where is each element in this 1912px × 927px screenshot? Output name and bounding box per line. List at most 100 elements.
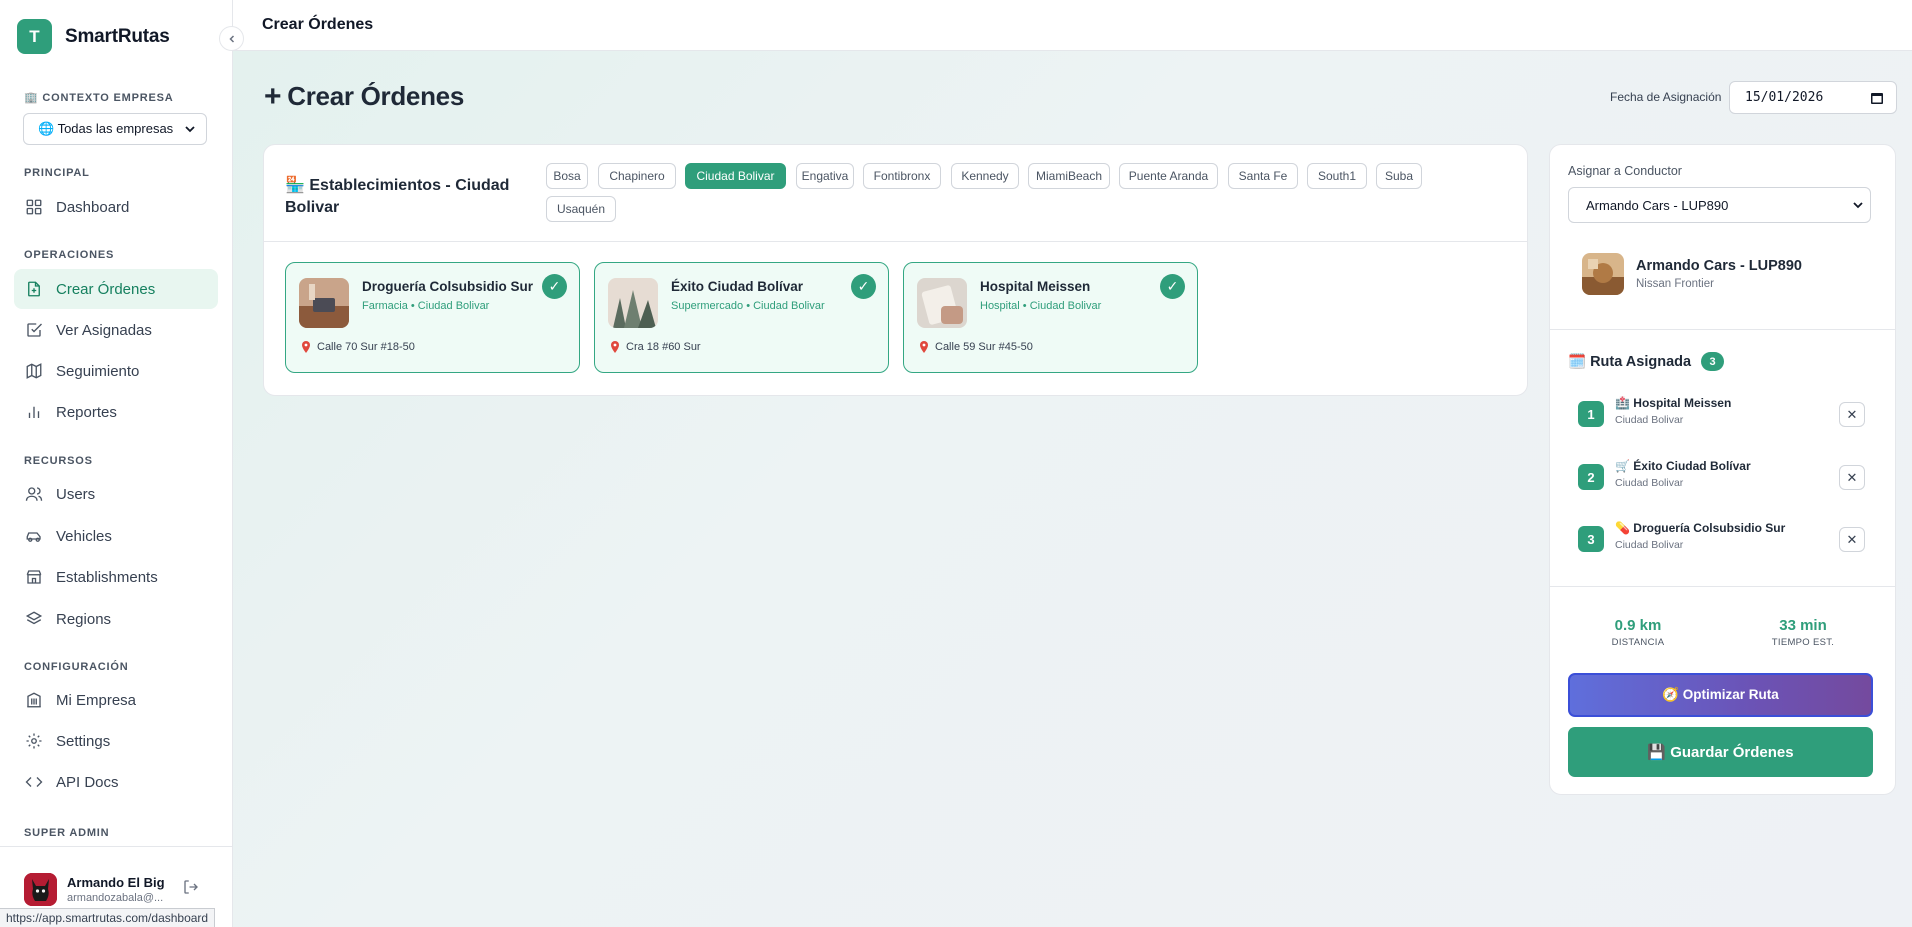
store-icon	[26, 570, 42, 584]
brand-name: SmartRutas	[65, 25, 170, 47]
stop-region: Ciudad Bolivar	[1615, 414, 1684, 426]
establishment-card[interactable]: Hospital Meissen Hospital • Ciudad Boliv…	[903, 262, 1198, 373]
code-icon	[25, 777, 43, 787]
pin-icon	[302, 341, 310, 353]
pin-icon	[920, 341, 928, 353]
file-plus-icon	[28, 281, 40, 297]
user-email: armandozabala@...	[67, 892, 164, 904]
establishment-image	[917, 278, 967, 328]
address-text: Calle 59 Sur #45-50	[935, 341, 1033, 353]
date-label: Fecha de Asignación	[1610, 90, 1722, 104]
plus-icon: +	[264, 79, 282, 113]
sidebar-item-label: Crear Órdenes	[56, 280, 156, 298]
section-operaciones: OPERACIONES	[24, 249, 115, 261]
stop-name: 💊 Droguería Colsubsidio Sur	[1615, 521, 1786, 535]
sidebar-item-ver-asignadas[interactable]: Ver Asignadas	[14, 310, 218, 350]
sidebar-item-label: Seguimiento	[56, 362, 140, 380]
region-chip[interactable]: South1	[1307, 163, 1367, 189]
region-chip[interactable]: Fontibronx	[863, 163, 941, 189]
section-configuracion: CONFIGURACIÓN	[24, 661, 129, 673]
sidebar-item-reportes[interactable]: Reportes	[14, 392, 218, 432]
remove-stop-button[interactable]: ✕	[1839, 465, 1865, 490]
chevron-down-icon	[1853, 202, 1863, 209]
sidebar-item-label: API Docs	[56, 773, 119, 791]
sidebar-item-dashboard[interactable]: Dashboard	[14, 187, 218, 227]
establishment-image	[299, 278, 349, 328]
sidebar-item-label: Ver Asignadas	[56, 321, 152, 339]
region-chip[interactable]: Puente Aranda	[1119, 163, 1218, 189]
region-chip[interactable]: Suba	[1376, 163, 1422, 189]
stop-region: Ciudad Bolivar	[1615, 477, 1684, 489]
region-chip[interactable]: Bosa	[546, 163, 588, 189]
region-chip[interactable]: Kennedy	[951, 163, 1019, 189]
region-chip-active[interactable]: Ciudad Bolivar	[685, 163, 786, 189]
route-title: 🗓️ Ruta Asignada 3	[1568, 352, 1725, 371]
topbar: Crear Órdenes	[233, 0, 1912, 51]
sidebar-item-label: Reportes	[56, 403, 117, 421]
sidebar-item-label: Mi Empresa	[56, 691, 137, 709]
save-orders-button[interactable]: 💾 Guardar Órdenes	[1568, 727, 1873, 777]
address-text: Calle 70 Sur #18-50	[317, 341, 415, 353]
calendar-icon[interactable]	[1870, 91, 1884, 105]
establishment-card[interactable]: Droguería Colsubsidio Sur Farmacia • Ciu…	[285, 262, 580, 373]
establishment-name: Éxito Ciudad Bolívar	[671, 279, 804, 294]
users-icon	[25, 487, 43, 501]
section-super-admin: SUPER ADMIN	[24, 827, 110, 839]
context-label: 🏢 CONTEXTO EMPRESA	[24, 92, 174, 104]
distance-label: DISTANCIA	[1611, 637, 1665, 648]
region-chip[interactable]: Chapinero	[598, 163, 676, 189]
sidebar-item-label: Establishments	[56, 568, 158, 586]
sidebar-item-api-docs[interactable]: API Docs	[14, 762, 218, 802]
sidebar-item-users[interactable]: Users	[14, 474, 218, 514]
checkbox-icon	[27, 323, 42, 337]
section-recursos: RECURSOS	[24, 455, 93, 467]
brand[interactable]: T SmartRutas	[17, 19, 170, 54]
sidebar-item-establishments[interactable]: Establishments	[14, 557, 218, 597]
remove-stop-button[interactable]: ✕	[1839, 402, 1865, 427]
sidebar-item-label: Settings	[56, 732, 111, 750]
establishment-subtitle: Hospital • Ciudad Bolivar	[980, 300, 1102, 312]
assign-panel: Asignar a Conductor Armando Cars - LUP89…	[1549, 144, 1896, 795]
sidebar-item-mi-empresa[interactable]: Mi Empresa	[14, 680, 218, 720]
sidebar-item-regions[interactable]: Regions	[14, 599, 218, 639]
sidebar-item-label: Users	[56, 485, 96, 503]
avatar[interactable]	[24, 873, 57, 906]
logout-icon[interactable]	[182, 878, 200, 896]
establishment-card[interactable]: Éxito Ciudad Bolívar Supermercado • Ciud…	[594, 262, 889, 373]
establishment-name: Droguería Colsubsidio Sur	[362, 279, 534, 294]
bar-chart-icon	[28, 406, 40, 418]
check-icon: ✓	[542, 274, 567, 299]
section-principal: PRINCIPAL	[24, 167, 90, 179]
page-title: + Crear Órdenes	[264, 81, 464, 112]
region-chip[interactable]: MiamiBeach	[1028, 163, 1110, 189]
region-chip[interactable]: Usaquén	[546, 196, 616, 222]
driver-name: Armando Cars - LUP890	[1636, 258, 1802, 274]
establishment-subtitle: Supermercado • Ciudad Bolivar	[671, 300, 825, 312]
region-chip[interactable]: Engativa	[796, 163, 854, 189]
stop-number: 1	[1578, 401, 1604, 427]
remove-stop-button[interactable]: ✕	[1839, 527, 1865, 552]
stop-name: 🏥 Hospital Meissen	[1615, 396, 1732, 410]
establishment-subtitle: Farmacia • Ciudad Bolivar	[362, 300, 490, 312]
topbar-title: Crear Órdenes	[262, 16, 374, 33]
route-count-badge: 3	[1701, 352, 1725, 371]
divider	[1550, 329, 1895, 330]
stop-number: 3	[1578, 526, 1604, 552]
establishment-address: Cra 18 #60 Sur	[610, 341, 701, 353]
optimize-route-button[interactable]: 🧭 Optimizar Ruta	[1568, 673, 1873, 717]
sidebar-item-crear-ordenes[interactable]: Crear Órdenes	[14, 269, 218, 309]
date-input[interactable]: 15/01/2026	[1729, 81, 1897, 114]
driver-select-value: Armando Cars - LUP890	[1586, 197, 1729, 213]
route-title-text: 🗓️ Ruta Asignada	[1568, 354, 1692, 370]
divider	[1550, 586, 1895, 587]
sidebar-item-settings[interactable]: Settings	[14, 721, 218, 761]
driver-select[interactable]: Armando Cars - LUP890	[1568, 187, 1871, 223]
company-select[interactable]: 🌐 Todas las empresas	[23, 113, 207, 145]
distance-value: 0.9 km	[1614, 617, 1662, 634]
sidebar-item-vehicles[interactable]: Vehicles	[14, 516, 218, 556]
sidebar-item-seguimiento[interactable]: Seguimiento	[14, 351, 218, 391]
collapse-sidebar-button[interactable]	[219, 26, 244, 51]
region-chip[interactable]: Santa Fe	[1228, 163, 1298, 189]
brand-logo: T	[17, 19, 52, 54]
check-icon: ✓	[1160, 274, 1185, 299]
